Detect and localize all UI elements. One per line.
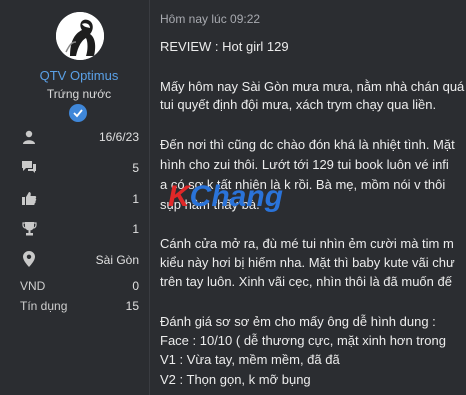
watermark-k: K (168, 180, 190, 213)
message-count: 5 (132, 161, 139, 175)
location-icon (20, 250, 38, 268)
username-link[interactable]: QTV Optimus (0, 68, 158, 83)
avatar[interactable] (56, 12, 104, 60)
watermark-rest: Chang (189, 180, 283, 213)
post-line: trên tay luôn. Xinh vãi cẹc, nhìn thôi l… (160, 274, 452, 289)
post-line: V1 : Vừa tay, mềm mềm, đã đã (160, 352, 340, 367)
post-line: Cánh cửa mở ra, đù mé tui nhìn ẻm cười m… (160, 236, 454, 251)
post-line: Mấy hôm nay Sài Gòn mưa mưa, nằm nhà chá… (160, 79, 465, 94)
user-sidebar: QTV Optimus Trứng nước 16/6/23 5 1 1 Sài… (0, 0, 149, 395)
post-line: kiểu này hơi bị hiếm nha. Mặt thì baby k… (160, 255, 455, 270)
vnd-label: VND (20, 279, 46, 293)
post-line: Đánh giá sơ sơ ẻm cho mấy ông dễ hình du… (160, 314, 436, 329)
thumbs-up-icon (20, 189, 38, 207)
sidebar-divider (149, 0, 150, 395)
post-line: Face : 10/10 ( dễ thương cực, mặt xinh h… (160, 333, 446, 348)
credit-value: 15 (125, 299, 139, 313)
location-value: Sài Gòn (95, 253, 139, 267)
user-icon (20, 128, 38, 146)
post-line: Đến nơi thì cũng dc chào đón khá là nhiệ… (160, 137, 455, 152)
credit-label: Tín dụng (20, 299, 68, 313)
post-line: hình cho zui thôi. Lướt tới 129 tui book… (160, 157, 449, 172)
vnd-value: 0 (132, 279, 139, 293)
reaction-count: 1 (132, 192, 139, 206)
trophy-icon (20, 219, 38, 237)
check-badge-icon (69, 104, 87, 122)
messages-icon (20, 158, 38, 176)
join-date: 16/6/23 (98, 130, 139, 144)
post-timestamp[interactable]: Hôm nay lúc 09:22 (160, 12, 260, 26)
post-line: REVIEW : Hot girl 129 (160, 39, 289, 54)
points-count: 1 (132, 222, 139, 236)
user-rank: Trứng nước (46, 87, 112, 101)
post-line: V2 : Thọn gọn, k mỡ bụng (160, 372, 311, 387)
watermark-logo: KChang (168, 180, 283, 214)
post-line: tui quyết định đội mưa, xách trym chạy q… (160, 97, 437, 112)
